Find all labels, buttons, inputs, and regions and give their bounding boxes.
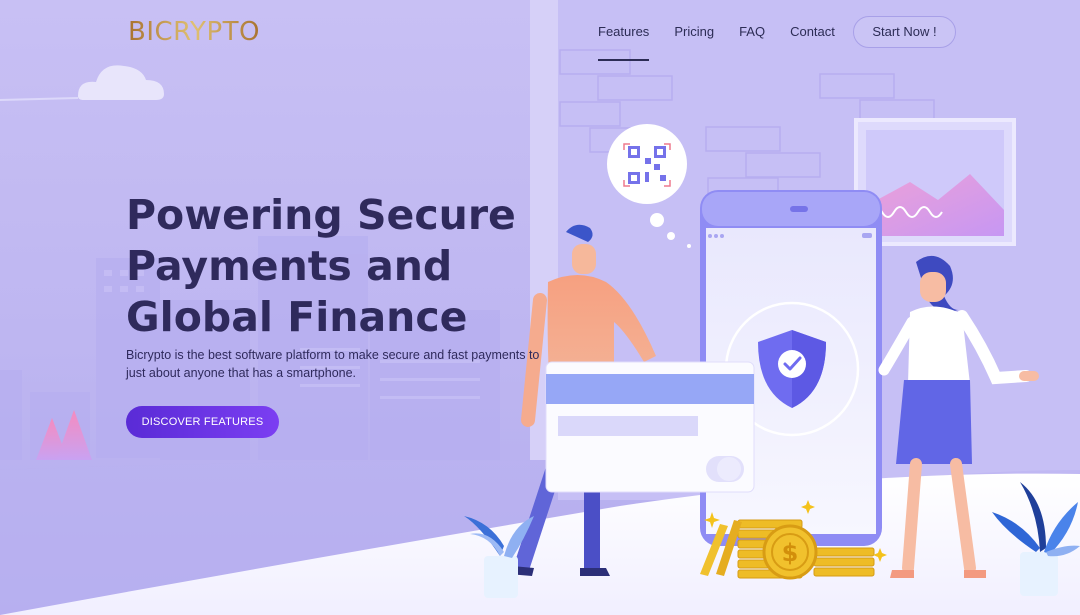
cloud-icon: [78, 65, 164, 100]
nav-item-pricing[interactable]: Pricing: [674, 23, 714, 41]
hero-title-line: Payments and: [126, 242, 453, 290]
main-nav: Features Pricing FAQ Contact: [598, 23, 860, 61]
svg-text:$: $: [782, 539, 799, 567]
brand-logo[interactable]: BICRYPTO: [128, 17, 260, 47]
landing-page: $ BICRYPTO Features Pricing FAQ Contact: [0, 0, 1080, 615]
hero-title-line: Powering Secure: [126, 191, 516, 239]
hero-title-line: Global Finance: [126, 293, 468, 341]
credit-card-icon: [545, 361, 755, 493]
hero-description: Bicrypto is the best software platform t…: [126, 348, 540, 380]
nav-item-contact[interactable]: Contact: [790, 23, 835, 41]
discover-features-button[interactable]: DISCOVER FEATURES: [126, 406, 279, 438]
hero-title: Powering Secure Payments and Global Fina…: [126, 190, 546, 343]
nav-item-features[interactable]: Features: [598, 23, 650, 61]
start-now-button[interactable]: Start Now !: [853, 16, 956, 48]
nav-item-faq[interactable]: FAQ: [739, 23, 765, 41]
